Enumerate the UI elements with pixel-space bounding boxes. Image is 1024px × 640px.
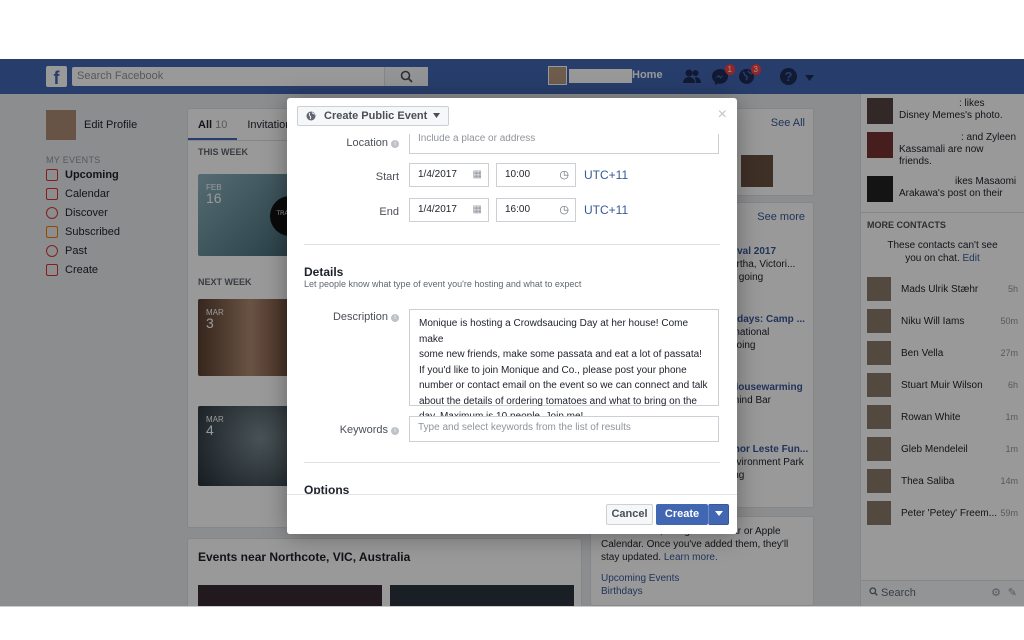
end-timezone-link[interactable]: UTC+11 (584, 203, 628, 217)
close-icon[interactable]: × (718, 107, 727, 123)
end-date-input[interactable]: 1/4/2017 ▦ (409, 198, 489, 222)
options-heading: Options (304, 483, 350, 494)
keywords-label: Keywords i (340, 424, 399, 436)
details-heading: Details (304, 265, 344, 279)
description-line: number or contact email on the event so … (419, 380, 708, 391)
location-input[interactable]: Include a place or address (409, 134, 719, 154)
details-subtitle: Let people know what type of event you'r… (304, 279, 582, 289)
description-line: If you'd like to join Monique and Co., p… (419, 364, 687, 376)
start-date-value: 1/4/2017 (418, 169, 457, 180)
create-button[interactable]: Create (656, 504, 708, 525)
chevron-down-icon (714, 511, 723, 516)
info-icon[interactable]: i (391, 140, 399, 148)
clock-icon[interactable]: ◷ (559, 203, 569, 216)
start-time-value: 10:00 (505, 169, 531, 180)
location-label: Location i (346, 137, 399, 149)
description-line: some new friends, make some passata and … (419, 349, 702, 360)
start-timezone-link[interactable]: UTC+11 (584, 168, 628, 182)
description-label: Description i (333, 311, 399, 323)
start-label: Start (375, 171, 399, 183)
calendar-icon[interactable]: ▦ (473, 169, 482, 180)
description-label-text: Description (332, 311, 388, 323)
end-date-value: 1/4/2017 (418, 204, 457, 215)
description-line: Monique is hosting a Crowdsaucing Day at… (419, 318, 689, 345)
clock-icon[interactable]: ◷ (559, 168, 569, 181)
start-date-input[interactable]: 1/4/2017 ▦ (409, 163, 489, 187)
cancel-button[interactable]: Cancel (606, 504, 653, 525)
event-privacy-selector[interactable]: Create Public Event (297, 106, 450, 126)
keywords-input[interactable]: Type and select keywords from the list o… (409, 416, 719, 442)
dialog-footer: Cancel Create (287, 494, 737, 534)
calendar-icon[interactable]: ▦ (473, 204, 482, 215)
dialog-body: Location i Include a place or address Sta… (287, 134, 737, 494)
location-label-text: Location (346, 137, 388, 149)
location-placeholder: Include a place or address (418, 134, 536, 144)
create-event-dialog: Create Public Event × Location i Include … (287, 98, 737, 534)
dialog-header: Create Public Event × (287, 98, 737, 134)
end-time-input[interactable]: 16:00 ◷ (496, 198, 576, 222)
description-line: about the details of ordering tomatoes a… (419, 395, 697, 407)
divider (304, 244, 720, 245)
info-icon[interactable]: i (391, 427, 399, 435)
info-icon[interactable]: i (391, 314, 399, 322)
end-label: End (379, 206, 399, 218)
keywords-placeholder: Type and select keywords from the list o… (418, 422, 631, 433)
keywords-label-text: Keywords (339, 424, 388, 436)
globe-icon (306, 111, 316, 121)
end-time-value: 16:00 (505, 204, 531, 215)
chevron-down-icon (433, 113, 441, 118)
bottom-strip (0, 606, 1024, 640)
description-textarea[interactable]: Monique is hosting a Crowdsaucing Day at… (409, 309, 719, 422)
dialog-title: Create Public Event (324, 110, 428, 122)
create-options-dropdown[interactable] (708, 504, 729, 525)
start-time-input[interactable]: 10:00 ◷ (496, 163, 576, 187)
divider (304, 462, 720, 463)
